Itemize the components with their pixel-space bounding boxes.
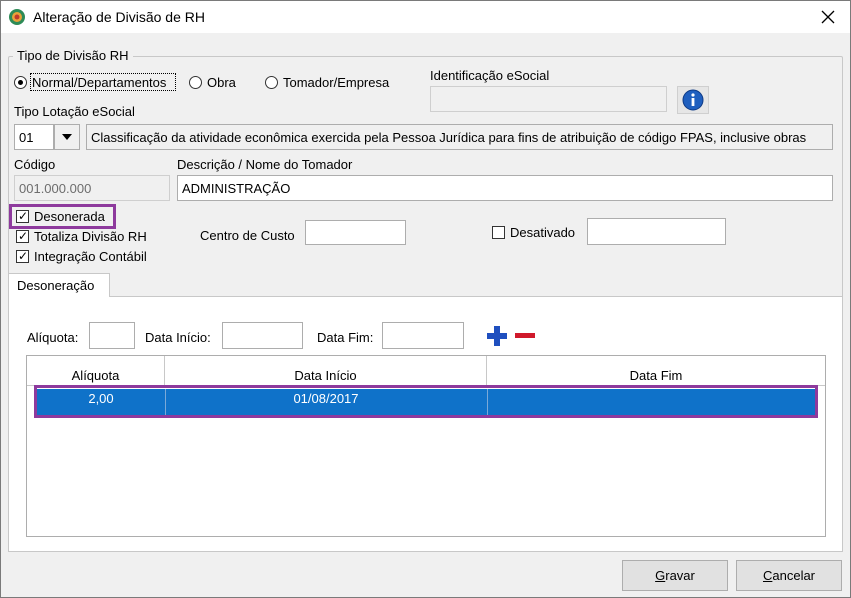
app-logo-icon: [9, 9, 25, 25]
radio-obra-label[interactable]: Obra: [207, 75, 236, 90]
remove-button[interactable]: [514, 325, 536, 347]
cancelar-label: Cancelar: [762, 568, 816, 583]
table-row[interactable]: 2,00 01/08/2017: [37, 389, 817, 415]
cell-data-fim: [487, 389, 817, 415]
desativado-field[interactable]: [587, 218, 726, 245]
dialog-window: Alteração de Divisão de RH Tipo de Divis…: [0, 0, 851, 598]
lotacao-label: Tipo Lotação eSocial: [14, 104, 135, 119]
radio-obra[interactable]: [189, 76, 202, 89]
descricao-field[interactable]: ADMINISTRAÇÃO: [177, 175, 833, 201]
tipo-divisao-legend: Tipo de Divisão RH: [13, 48, 133, 63]
centro-custo-field[interactable]: [305, 220, 406, 245]
desativado-label[interactable]: Desativado: [510, 225, 575, 240]
minus-icon: [515, 333, 535, 338]
radio-normal-label[interactable]: Normal/Departamentos: [32, 75, 166, 90]
aliquota-filter-input[interactable]: [89, 322, 135, 349]
info-button[interactable]: [677, 86, 709, 114]
check-icon: ✓: [18, 229, 29, 243]
descricao-label: Descrição / Nome do Tomador: [177, 157, 353, 172]
tab-desoneracao[interactable]: Desoneração: [8, 273, 110, 297]
close-icon: [821, 10, 835, 24]
codigo-field: 001.000.000: [14, 175, 170, 201]
desoneracao-grid[interactable]: Alíquota Data Início Data Fim 2,00 01/08…: [26, 355, 826, 537]
esocial-id-label: Identificação eSocial: [430, 68, 550, 83]
data-fim-filter-input[interactable]: [382, 322, 464, 349]
column-header-data-inicio[interactable]: Data Início: [165, 356, 487, 386]
lotacao-description: Classificação da atividade econômica exe…: [86, 124, 833, 150]
integracao-label[interactable]: Integração Contábil: [34, 249, 147, 264]
info-icon: [682, 89, 704, 111]
gravar-button[interactable]: Gravar: [622, 560, 728, 591]
data-inicio-filter-label: Data Início:: [145, 330, 211, 345]
totaliza-checkbox[interactable]: ✓: [16, 230, 29, 243]
codigo-label: Código: [14, 157, 56, 172]
gravar-label: Gravar: [655, 568, 695, 583]
esocial-id-field: [430, 86, 667, 112]
integracao-checkbox[interactable]: ✓: [16, 250, 29, 263]
column-header-aliquota[interactable]: Alíquota: [27, 356, 165, 386]
radio-tomador-label[interactable]: Tomador/Empresa: [283, 75, 389, 90]
column-header-data-fim[interactable]: Data Fim: [487, 356, 825, 386]
data-inicio-filter-input[interactable]: [222, 322, 303, 349]
cell-data-inicio: 01/08/2017: [293, 390, 359, 406]
plus-icon: [487, 326, 507, 346]
add-button[interactable]: [486, 325, 508, 347]
radio-normal[interactable]: [14, 76, 27, 89]
check-icon: ✓: [18, 209, 29, 223]
desonerada-label[interactable]: Desonerada: [34, 209, 105, 224]
close-button[interactable]: [806, 1, 850, 33]
aliquota-filter-label: Alíquota:: [27, 330, 79, 345]
centro-custo-label: Centro de Custo: [200, 228, 295, 243]
tab-desoneracao-label: Desoneração: [17, 278, 95, 293]
cancelar-button[interactable]: Cancelar: [736, 560, 842, 591]
radio-tomador[interactable]: [265, 76, 278, 89]
check-icon: ✓: [18, 249, 29, 263]
cell-aliquota: 2,00: [88, 390, 114, 406]
desonerada-checkbox[interactable]: ✓: [16, 210, 29, 223]
lotacao-dropdown-button[interactable]: [54, 124, 80, 150]
data-fim-filter-label: Data Fim:: [317, 330, 374, 345]
lotacao-code-field[interactable]: 01: [14, 124, 54, 150]
title-bar: Alteração de Divisão de RH: [1, 1, 850, 33]
window-title: Alteração de Divisão de RH: [33, 9, 205, 25]
grid-header: Alíquota Data Início Data Fim: [27, 356, 825, 386]
totaliza-label[interactable]: Totaliza Divisão RH: [34, 229, 147, 244]
chevron-down-icon: [62, 134, 72, 140]
desativado-checkbox[interactable]: [492, 226, 505, 239]
